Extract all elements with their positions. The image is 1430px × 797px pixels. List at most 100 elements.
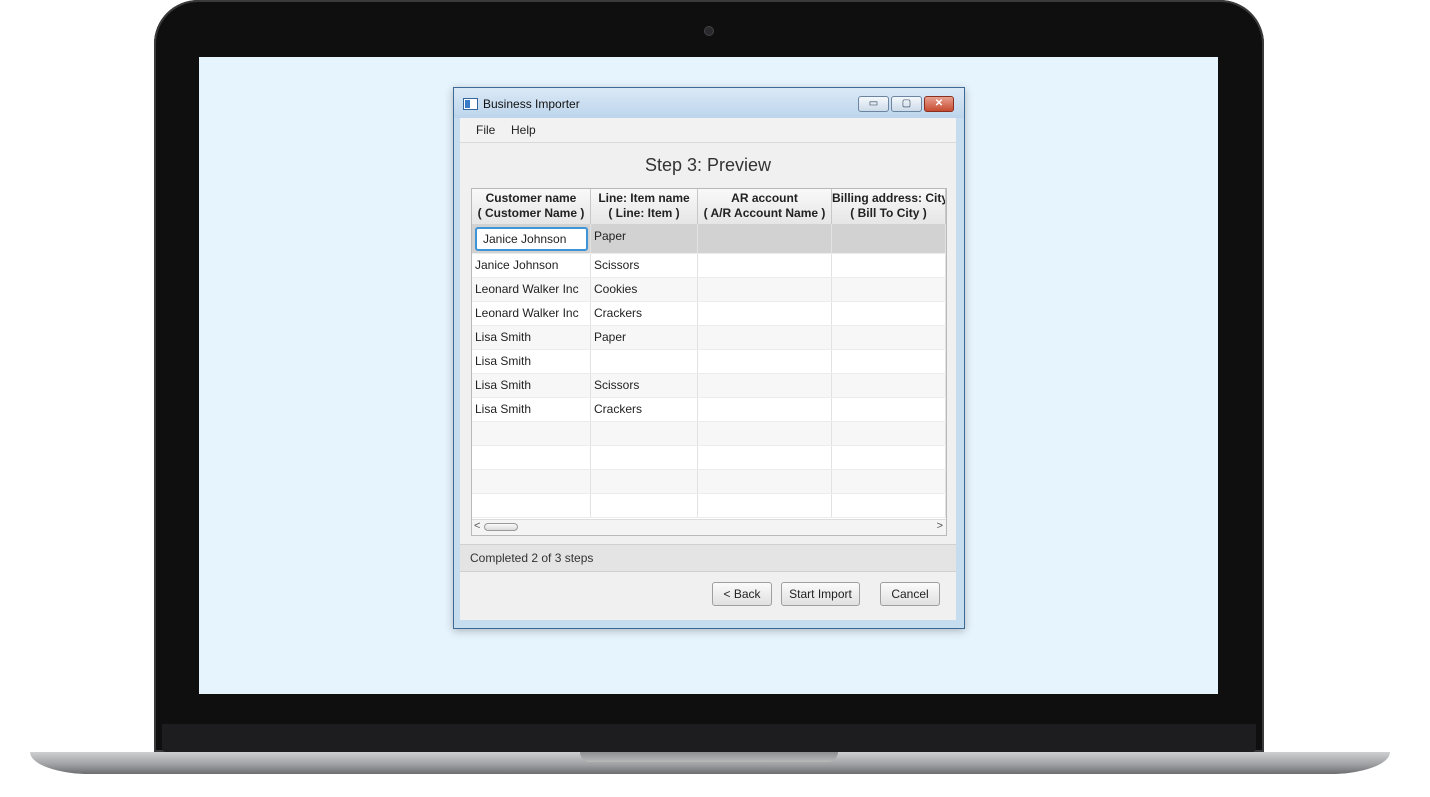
table-cell[interactable]: Paper xyxy=(591,224,698,253)
column-title: AR account xyxy=(731,191,798,205)
table-cell[interactable] xyxy=(472,446,591,469)
table-cell[interactable] xyxy=(698,278,832,301)
table-header: Customer name ( Customer Name ) Line: It… xyxy=(472,189,946,225)
table-row[interactable]: Paper xyxy=(472,224,946,254)
table-cell[interactable] xyxy=(591,494,698,517)
table-cell[interactable]: Scissors xyxy=(591,374,698,397)
table-row[interactable]: Leonard Walker Inc Crackers xyxy=(472,302,946,326)
scrollbar-thumb[interactable] xyxy=(484,523,518,531)
table-cell[interactable]: Leonard Walker Inc xyxy=(472,278,591,301)
importer-window: Business Importer ▭ ▢ ✕ File Help Step 3… xyxy=(453,87,965,629)
table-row[interactable]: Lisa Smith Scissors xyxy=(472,374,946,398)
menu-bar: File Help xyxy=(460,118,956,143)
table-cell[interactable] xyxy=(832,446,946,469)
column-subtitle: ( Bill To City ) xyxy=(850,206,927,220)
scroll-right-icon[interactable]: > xyxy=(937,520,943,532)
scroll-left-icon[interactable]: < xyxy=(474,520,480,532)
column-subtitle: ( A/R Account Name ) xyxy=(703,206,826,220)
menu-file[interactable]: File xyxy=(476,123,495,137)
screen: Business Importer ▭ ▢ ✕ File Help Step 3… xyxy=(199,57,1218,694)
step-title: Step 3: Preview xyxy=(644,155,772,175)
table-row[interactable]: Lisa Smith xyxy=(472,350,946,374)
column-title: Customer name xyxy=(485,191,577,205)
table-cell[interactable] xyxy=(698,422,832,445)
table-cell[interactable] xyxy=(591,350,698,373)
table-cell[interactable] xyxy=(698,470,832,493)
table-cell[interactable] xyxy=(832,278,946,301)
table-row[interactable]: Leonard Walker Inc Cookies xyxy=(472,278,946,302)
laptop-bezel xyxy=(162,724,1256,752)
table-cell[interactable] xyxy=(832,398,946,421)
table-cell[interactable]: Lisa Smith xyxy=(472,398,591,421)
table-cell[interactable] xyxy=(698,224,832,253)
table-cell[interactable] xyxy=(832,470,946,493)
column-title: Line: Item name xyxy=(598,191,690,205)
table-cell[interactable] xyxy=(472,422,591,445)
table-cell[interactable] xyxy=(832,350,946,373)
table-cell[interactable] xyxy=(832,254,946,277)
horizontal-scrollbar[interactable]: < > xyxy=(472,519,946,535)
table-row[interactable]: Janice Johnson Scissors xyxy=(472,254,946,278)
table-cell[interactable]: Lisa Smith xyxy=(472,374,591,397)
table-cell[interactable] xyxy=(698,446,832,469)
column-header-ar-account[interactable]: AR account ( A/R Account Name ) xyxy=(698,189,832,224)
table-cell[interactable]: Paper xyxy=(591,326,698,349)
back-button[interactable]: < Back xyxy=(712,582,772,606)
laptop-notch xyxy=(580,752,838,762)
column-subtitle: ( Line: Item ) xyxy=(608,206,680,220)
app-icon xyxy=(463,98,478,110)
table-cell[interactable] xyxy=(472,224,591,253)
table-cell[interactable] xyxy=(591,422,698,445)
window-title: Business Importer xyxy=(483,97,580,111)
table-cell[interactable] xyxy=(591,470,698,493)
menu-help[interactable]: Help xyxy=(511,123,536,137)
table-cell[interactable] xyxy=(698,398,832,421)
table-cell[interactable]: Cookies xyxy=(591,278,698,301)
column-header-item-name[interactable]: Line: Item name ( Line: Item ) xyxy=(591,189,698,224)
table-row[interactable] xyxy=(472,422,946,446)
table-row[interactable]: Lisa Smith Paper xyxy=(472,326,946,350)
table-row[interactable] xyxy=(472,470,946,494)
table-cell[interactable] xyxy=(698,302,832,325)
table-cell[interactable] xyxy=(591,446,698,469)
table-row[interactable]: Lisa Smith Crackers xyxy=(472,398,946,422)
table-cell[interactable] xyxy=(832,302,946,325)
column-subtitle: ( Customer Name ) xyxy=(477,206,585,220)
customer-name-edit-field[interactable] xyxy=(475,227,588,251)
table-row[interactable] xyxy=(472,494,946,518)
table-cell[interactable] xyxy=(472,470,591,493)
table-cell[interactable] xyxy=(832,326,946,349)
table-row[interactable] xyxy=(472,446,946,470)
table-cell[interactable] xyxy=(698,254,832,277)
column-title: Billing address: City xyxy=(832,191,946,205)
table-cell[interactable]: Leonard Walker Inc xyxy=(472,302,591,325)
table-cell[interactable] xyxy=(832,422,946,445)
preview-table: Customer name ( Customer Name ) Line: It… xyxy=(471,188,947,536)
table-cell[interactable] xyxy=(698,326,832,349)
column-header-customer-name[interactable]: Customer name ( Customer Name ) xyxy=(472,189,591,224)
table-cell[interactable] xyxy=(832,224,946,253)
table-cell[interactable]: Lisa Smith xyxy=(472,350,591,373)
start-import-button[interactable]: Start Import xyxy=(781,582,860,606)
table-cell[interactable]: Janice Johnson xyxy=(472,254,591,277)
table-cell[interactable] xyxy=(698,374,832,397)
cancel-button[interactable]: Cancel xyxy=(880,582,940,606)
table-cell[interactable] xyxy=(698,350,832,373)
table-cell[interactable]: Crackers xyxy=(591,398,698,421)
column-header-billing-city[interactable]: Billing address: City ( Bill To City ) xyxy=(832,189,946,224)
table-cell[interactable] xyxy=(832,494,946,517)
table-cell[interactable] xyxy=(832,374,946,397)
status-text: Completed 2 of 3 steps xyxy=(470,551,594,565)
table-cell[interactable] xyxy=(472,494,591,517)
table-cell[interactable]: Scissors xyxy=(591,254,698,277)
minimize-button[interactable]: ▭ xyxy=(858,96,889,112)
status-bar: Completed 2 of 3 steps xyxy=(460,544,956,572)
table-cell[interactable]: Lisa Smith xyxy=(472,326,591,349)
table-cell[interactable] xyxy=(698,494,832,517)
title-bar[interactable]: Business Importer ▭ ▢ ✕ xyxy=(454,88,964,118)
table-cell[interactable]: Crackers xyxy=(591,302,698,325)
maximize-button[interactable]: ▢ xyxy=(891,96,922,112)
close-button[interactable]: ✕ xyxy=(924,96,954,112)
window-client: File Help Step 3: Preview Customer name … xyxy=(460,118,956,620)
camera xyxy=(705,27,713,35)
